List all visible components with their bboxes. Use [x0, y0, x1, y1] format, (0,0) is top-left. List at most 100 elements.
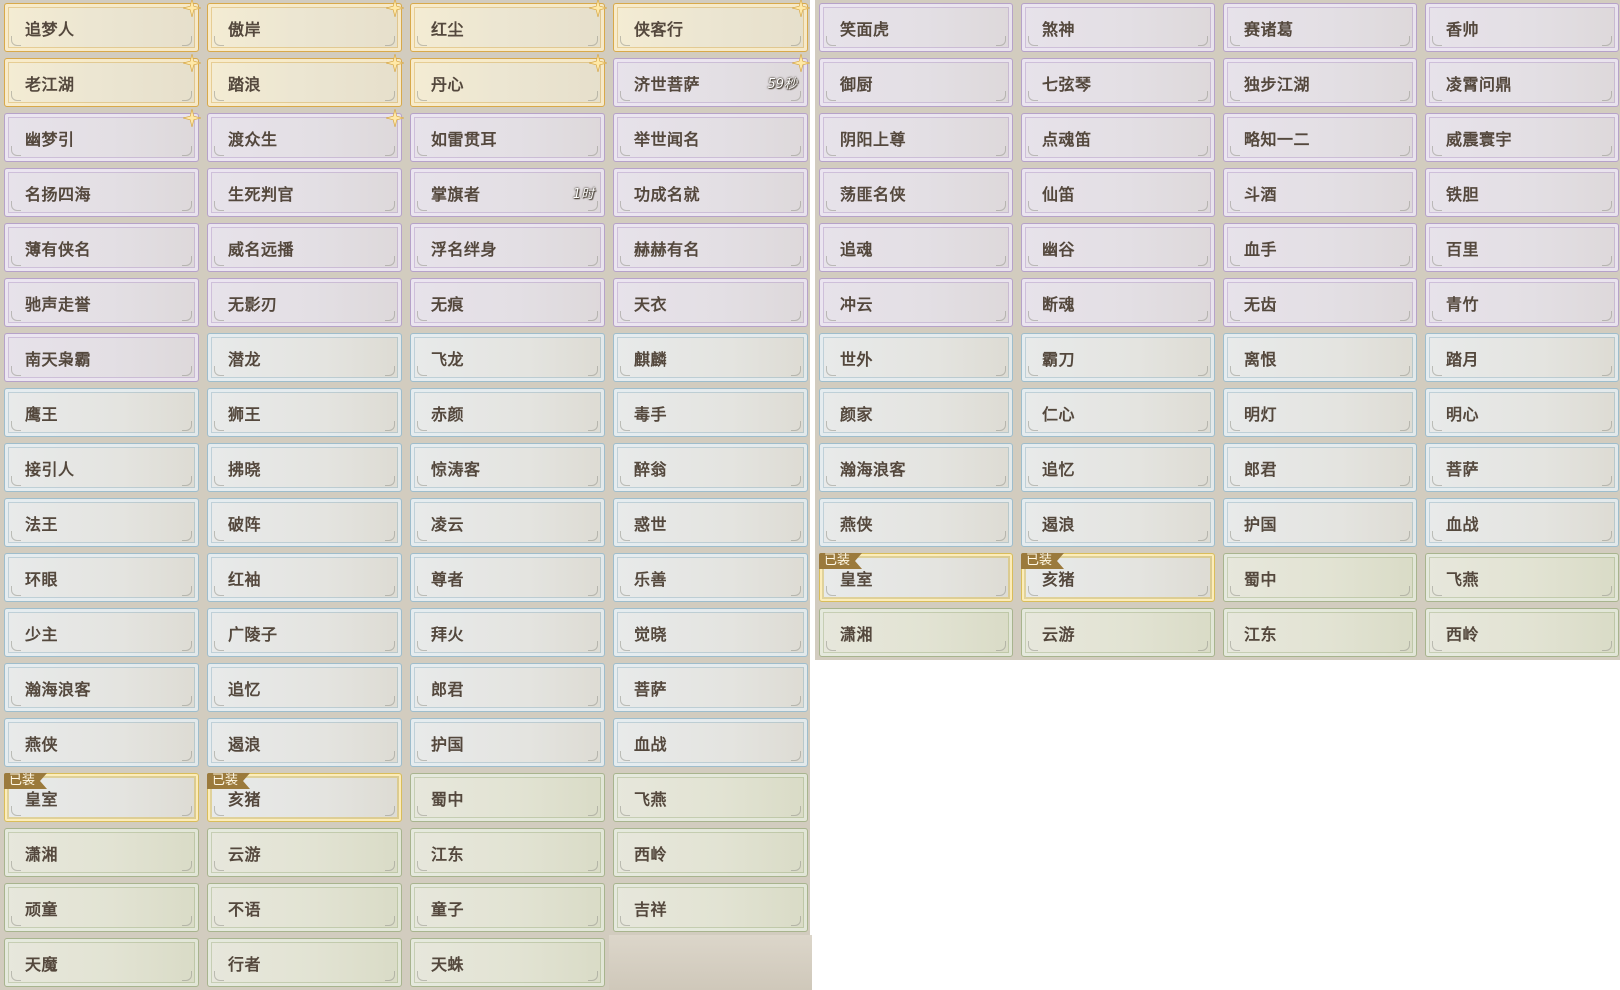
- title-card[interactable]: 麒麟: [613, 333, 808, 382]
- title-card[interactable]: 郎君: [1223, 443, 1417, 492]
- title-card[interactable]: 破阵: [207, 498, 402, 547]
- title-card[interactable]: 七弦琴: [1021, 58, 1215, 107]
- title-card[interactable]: 生死判官: [207, 168, 402, 217]
- title-card[interactable]: 红袖: [207, 553, 402, 602]
- title-card[interactable]: 顽童: [4, 883, 199, 932]
- title-card[interactable]: 瀚海浪客: [4, 663, 199, 712]
- title-card[interactable]: 血战: [613, 718, 808, 767]
- title-card[interactable]: 幽谷: [1021, 223, 1215, 272]
- title-card[interactable]: 法王: [4, 498, 199, 547]
- title-card[interactable]: 举世闻名: [613, 113, 808, 162]
- title-card[interactable]: 冲云: [819, 278, 1013, 327]
- title-card[interactable]: 明心: [1425, 388, 1619, 437]
- title-card[interactable]: 无痕: [410, 278, 605, 327]
- title-card[interactable]: 香帅: [1425, 3, 1619, 52]
- title-card[interactable]: 醉翁: [613, 443, 808, 492]
- title-card[interactable]: 凌霄问鼎: [1425, 58, 1619, 107]
- title-card[interactable]: 飞燕: [1425, 553, 1619, 602]
- title-card[interactable]: 广陵子: [207, 608, 402, 657]
- title-card[interactable]: 蜀中: [410, 773, 605, 822]
- title-card[interactable]: 潜龙: [207, 333, 402, 382]
- title-card[interactable]: 乐善: [613, 553, 808, 602]
- title-card[interactable]: 笑面虎: [819, 3, 1013, 52]
- title-card[interactable]: 斗酒: [1223, 168, 1417, 217]
- title-card[interactable]: 飞燕: [613, 773, 808, 822]
- title-card[interactable]: 阴阳上尊: [819, 113, 1013, 162]
- title-card[interactable]: 飞龙: [410, 333, 605, 382]
- title-card[interactable]: 江东: [410, 828, 605, 877]
- title-card[interactable]: 郎君: [410, 663, 605, 712]
- title-card[interactable]: 天魔: [4, 938, 199, 987]
- title-card[interactable]: 赤颜: [410, 388, 605, 437]
- title-card[interactable]: 童子: [410, 883, 605, 932]
- title-card[interactable]: 丹心: [410, 54, 607, 107]
- title-card[interactable]: 惊涛客: [410, 443, 605, 492]
- title-card[interactable]: 江东: [1223, 608, 1417, 657]
- title-card[interactable]: 不语: [207, 883, 402, 932]
- title-card[interactable]: 驰声走誉: [4, 278, 199, 327]
- title-card[interactable]: 皇室 已装: [819, 553, 1013, 602]
- title-card[interactable]: 踏浪: [207, 54, 404, 107]
- title-card[interactable]: 环眼: [4, 553, 199, 602]
- title-card[interactable]: 天蛛: [410, 938, 605, 987]
- title-card[interactable]: 云游: [207, 828, 402, 877]
- title-card[interactable]: 断魂: [1021, 278, 1215, 327]
- title-card[interactable]: 红尘: [410, 0, 607, 52]
- title-card[interactable]: 菩萨: [1425, 443, 1619, 492]
- title-card[interactable]: 行者: [207, 938, 402, 987]
- title-card[interactable]: 功成名就: [613, 168, 808, 217]
- title-card[interactable]: 燕侠: [4, 718, 199, 767]
- title-card[interactable]: 拜火: [410, 608, 605, 657]
- title-card[interactable]: 赛诸葛: [1223, 3, 1417, 52]
- title-card[interactable]: 觉晓: [613, 608, 808, 657]
- title-card[interactable]: 追梦人: [4, 0, 201, 52]
- title-card[interactable]: 明灯: [1223, 388, 1417, 437]
- title-card[interactable]: 颜家: [819, 388, 1013, 437]
- title-card[interactable]: 略知一二: [1223, 113, 1417, 162]
- title-card[interactable]: 无齿: [1223, 278, 1417, 327]
- title-card[interactable]: 追忆: [207, 663, 402, 712]
- title-card[interactable]: 毒手: [613, 388, 808, 437]
- title-card[interactable]: 追魂: [819, 223, 1013, 272]
- title-card[interactable]: 无影刃: [207, 278, 402, 327]
- title-card[interactable]: 护国: [1223, 498, 1417, 547]
- title-card[interactable]: 亥猪 已装: [207, 773, 402, 822]
- title-card[interactable]: 追忆: [1021, 443, 1215, 492]
- title-card[interactable]: 云游: [1021, 608, 1215, 657]
- title-card[interactable]: 霸刀: [1021, 333, 1215, 382]
- title-card[interactable]: 西岭: [613, 828, 808, 877]
- title-card[interactable]: 百里: [1425, 223, 1619, 272]
- title-card[interactable]: 少主: [4, 608, 199, 657]
- title-card[interactable]: 瀚海浪客: [819, 443, 1013, 492]
- title-card[interactable]: 亥猪 已装: [1021, 553, 1215, 602]
- title-card[interactable]: 仙笛: [1021, 168, 1215, 217]
- title-card[interactable]: 点魂笛: [1021, 113, 1215, 162]
- title-card[interactable]: 狮王: [207, 388, 402, 437]
- title-card[interactable]: 世外: [819, 333, 1013, 382]
- title-card[interactable]: 铁胆: [1425, 168, 1619, 217]
- title-card[interactable]: 皇室 已装: [4, 773, 199, 822]
- title-card[interactable]: 老江湖: [4, 54, 201, 107]
- title-card[interactable]: 拂晓: [207, 443, 402, 492]
- title-card[interactable]: 如雷贯耳: [410, 113, 605, 162]
- title-card[interactable]: 幽梦引: [4, 109, 201, 162]
- title-card[interactable]: 浮名绊身: [410, 223, 605, 272]
- title-card[interactable]: 天衣: [613, 278, 808, 327]
- title-card[interactable]: 傲岸: [207, 0, 404, 52]
- title-card[interactable]: 尊者: [410, 553, 605, 602]
- title-card[interactable]: 侠客行: [613, 0, 810, 52]
- title-card[interactable]: 赫赫有名: [613, 223, 808, 272]
- title-card[interactable]: 鹰王: [4, 388, 199, 437]
- title-card[interactable]: 仁心: [1021, 388, 1215, 437]
- title-card[interactable]: 西岭: [1425, 608, 1619, 657]
- title-card[interactable]: 独步江湖: [1223, 58, 1417, 107]
- title-card[interactable]: 凌云: [410, 498, 605, 547]
- title-card[interactable]: 踏月: [1425, 333, 1619, 382]
- title-card[interactable]: 潇湘: [819, 608, 1013, 657]
- title-card[interactable]: 血手: [1223, 223, 1417, 272]
- title-card[interactable]: 菩萨: [613, 663, 808, 712]
- title-card[interactable]: 名扬四海: [4, 168, 199, 217]
- title-card[interactable]: 济世菩萨 59秒: [613, 54, 810, 107]
- title-card[interactable]: 离恨: [1223, 333, 1417, 382]
- title-card[interactable]: 荡匪名侠: [819, 168, 1013, 217]
